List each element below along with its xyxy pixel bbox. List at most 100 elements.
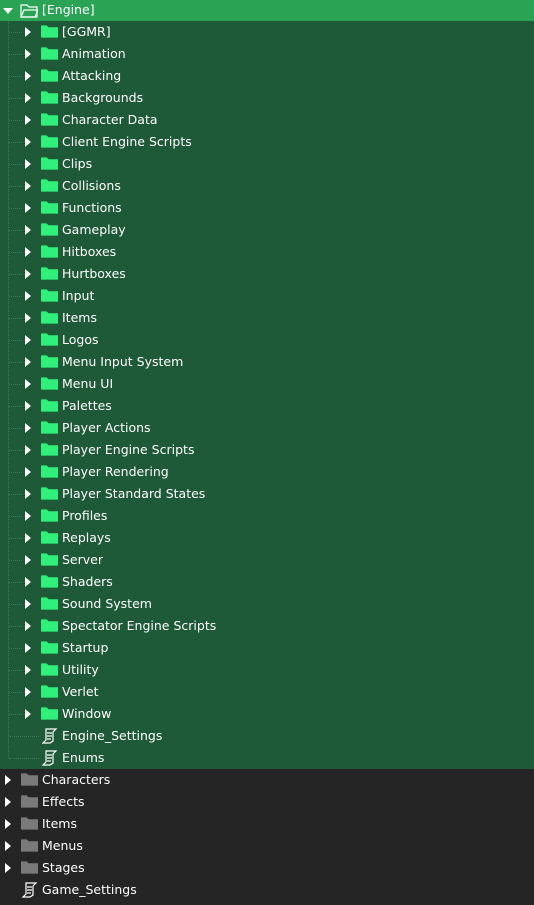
folder-row[interactable]: Spectator Engine Scripts — [0, 615, 534, 637]
tree-item-label: Characters — [42, 772, 111, 787]
script-row[interactable]: Enums — [0, 747, 534, 769]
folder-row[interactable]: Effects — [0, 791, 534, 813]
chevron-right-icon[interactable] — [23, 379, 33, 389]
chevron-right-icon[interactable] — [23, 577, 33, 587]
chevron-right-icon[interactable] — [23, 225, 33, 235]
folder-row[interactable]: Animation — [0, 43, 534, 65]
tree-item-label: Player Standard States — [62, 486, 206, 501]
tree-item-label: Enums — [62, 750, 105, 765]
chevron-right-icon[interactable] — [3, 819, 13, 829]
script-row[interactable]: Game_Settings — [0, 879, 534, 901]
folder-row[interactable]: Logos — [0, 329, 534, 351]
folder-row[interactable]: Hitboxes — [0, 241, 534, 263]
folder-row[interactable]: Server — [0, 549, 534, 571]
chevron-right-icon[interactable] — [23, 357, 33, 367]
folder-row[interactable]: Window — [0, 703, 534, 725]
chevron-right-icon[interactable] — [23, 401, 33, 411]
chevron-right-icon[interactable] — [23, 335, 33, 345]
folder-icon — [41, 135, 58, 148]
folder-row[interactable]: Palettes — [0, 395, 534, 417]
asset-tree: [Engine] [GGMR] Animation Attacking Backgro… — [0, 0, 534, 905]
tree-item-label: Palettes — [62, 398, 112, 413]
chevron-right-icon[interactable] — [23, 445, 33, 455]
chevron-right-icon[interactable] — [23, 709, 33, 719]
folder-row[interactable]: Shaders — [0, 571, 534, 593]
folder-row[interactable]: Profiles — [0, 505, 534, 527]
folder-row[interactable]: Input — [0, 285, 534, 307]
chevron-right-icon[interactable] — [23, 181, 33, 191]
folder-row[interactable]: Player Actions — [0, 417, 534, 439]
folder-row[interactable]: Menu Input System — [0, 351, 534, 373]
folder-row[interactable]: Clips — [0, 153, 534, 175]
tree-item-label: Logos — [62, 332, 99, 347]
folder-row[interactable]: Functions — [0, 197, 534, 219]
tree-item-label: Menus — [42, 838, 83, 853]
tree-item-label: Gameplay — [62, 222, 126, 237]
chevron-right-icon[interactable] — [23, 247, 33, 257]
folder-icon — [41, 619, 58, 632]
chevron-right-icon[interactable] — [3, 863, 13, 873]
chevron-right-icon[interactable] — [23, 599, 33, 609]
chevron-right-icon[interactable] — [23, 27, 33, 37]
tree-item-label: Attacking — [62, 68, 122, 83]
folder-row[interactable]: Sound System — [0, 593, 534, 615]
chevron-right-icon[interactable] — [23, 555, 33, 565]
chevron-right-icon[interactable] — [23, 621, 33, 631]
folder-row[interactable]: Collisions — [0, 175, 534, 197]
chevron-right-icon[interactable] — [23, 137, 33, 147]
folder-row[interactable]: Items — [0, 307, 534, 329]
script-row[interactable]: Engine_Settings — [0, 725, 534, 747]
chevron-right-icon[interactable] — [23, 269, 33, 279]
chevron-right-icon[interactable] — [3, 797, 13, 807]
chevron-right-icon[interactable] — [23, 511, 33, 521]
chevron-right-icon[interactable] — [23, 93, 33, 103]
chevron-right-icon[interactable] — [23, 115, 33, 125]
folder-row[interactable]: Attacking — [0, 65, 534, 87]
folder-row[interactable]: Menu UI — [0, 373, 534, 395]
chevron-right-icon[interactable] — [23, 313, 33, 323]
folder-row[interactable]: Startup — [0, 637, 534, 659]
folder-row[interactable]: Gameplay — [0, 219, 534, 241]
folder-row[interactable]: Player Engine Scripts — [0, 439, 534, 461]
folder-row[interactable]: Client Engine Scripts — [0, 131, 534, 153]
chevron-right-icon[interactable] — [23, 489, 33, 499]
folder-row[interactable]: Items — [0, 813, 534, 835]
folder-icon — [41, 113, 58, 126]
tree-item-label: Player Rendering — [62, 464, 169, 479]
folder-row[interactable]: Menus — [0, 835, 534, 857]
chevron-right-icon[interactable] — [23, 159, 33, 169]
chevron-right-icon[interactable] — [23, 291, 33, 301]
chevron-right-icon[interactable] — [23, 687, 33, 697]
chevron-down-icon[interactable] — [3, 6, 13, 16]
folder-row[interactable]: Player Standard States — [0, 483, 534, 505]
folder-icon — [41, 201, 58, 214]
script-icon — [42, 728, 58, 744]
chevron-right-icon[interactable] — [23, 423, 33, 433]
folder-icon — [41, 377, 58, 390]
folder-row[interactable]: Replays — [0, 527, 534, 549]
engine-group-header[interactable]: [Engine] — [0, 0, 534, 21]
folder-icon — [41, 597, 58, 610]
folder-row[interactable]: Utility — [0, 659, 534, 681]
chevron-right-icon[interactable] — [23, 467, 33, 477]
chevron-right-icon[interactable] — [23, 203, 33, 213]
folder-row[interactable]: Hurtboxes — [0, 263, 534, 285]
folder-row[interactable]: Verlet — [0, 681, 534, 703]
folder-row[interactable]: Backgrounds — [0, 87, 534, 109]
chevron-right-icon[interactable] — [23, 71, 33, 81]
chevron-right-icon[interactable] — [23, 533, 33, 543]
folder-row[interactable]: Characters — [0, 769, 534, 791]
folder-row[interactable]: Player Rendering — [0, 461, 534, 483]
chevron-right-icon[interactable] — [23, 665, 33, 675]
chevron-right-icon[interactable] — [23, 49, 33, 59]
chevron-right-icon[interactable] — [3, 841, 13, 851]
chevron-right-icon[interactable] — [3, 775, 13, 785]
folder-row[interactable]: [GGMR] — [0, 21, 534, 43]
folder-icon — [41, 289, 58, 302]
folder-row[interactable]: Stages — [0, 857, 534, 879]
tree-item-label: Profiles — [62, 508, 108, 523]
tree-item-label: Engine_Settings — [62, 728, 163, 743]
folder-icon — [41, 333, 58, 346]
folder-row[interactable]: Character Data — [0, 109, 534, 131]
chevron-right-icon[interactable] — [23, 643, 33, 653]
